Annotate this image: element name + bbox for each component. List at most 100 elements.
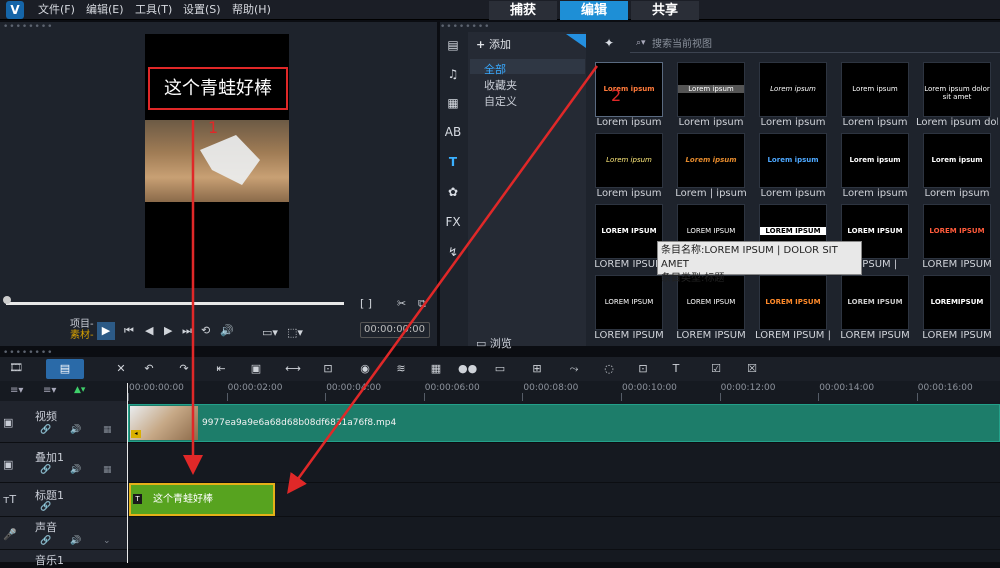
microphone-icon: 🎤 — [3, 528, 17, 541]
title-thumbnail[interactable]: Lorem ipsum — [923, 133, 991, 188]
keyframe-icon[interactable]: ☑ — [708, 361, 724, 377]
link-icon[interactable]: 🔗 — [40, 465, 51, 475]
scrubber-handle[interactable] — [3, 296, 11, 304]
track-lane-voice[interactable] — [128, 517, 1000, 550]
transition-icon[interactable]: AB — [444, 123, 462, 141]
crop-icon[interactable]: ⊡ — [635, 361, 651, 377]
timeline-view-icon[interactable]: ▤ — [46, 359, 84, 379]
title-thumbnail[interactable]: Lorem ipsum — [595, 62, 663, 117]
volume-icon[interactable]: 🔊 — [220, 324, 234, 337]
link-icon[interactable]: 🔗 — [40, 502, 51, 512]
add-to-favorites-icon[interactable]: ✦ — [604, 36, 614, 50]
scrubber-track[interactable] — [6, 302, 344, 305]
tools-icon[interactable]: ✕ — [113, 361, 129, 377]
playhead[interactable] — [127, 383, 128, 563]
mute-icon[interactable]: 🔊 — [70, 465, 81, 475]
category-all[interactable]: 全部 — [484, 61, 506, 77]
track-manager-icon[interactable]: ≡▾ — [10, 385, 23, 396]
link-icon[interactable]: 🔗 — [40, 425, 51, 435]
project-clip-switch[interactable]: 项目- 素材- — [70, 319, 94, 341]
browse-button[interactable]: ▭ 浏览 — [476, 335, 512, 351]
media-icon[interactable]: ▤ — [444, 36, 462, 54]
audio-icon[interactable]: ♫ — [444, 65, 462, 83]
search-input[interactable]: 搜索当前视图 — [630, 36, 1000, 53]
panel-grip[interactable]: •••••••• — [3, 22, 53, 32]
track-lane-overlay[interactable] — [128, 443, 1000, 483]
panel-grip[interactable]: •••••••• — [440, 22, 490, 32]
fx-icon[interactable]: FX — [444, 213, 462, 231]
enlarge-icon[interactable]: ⧉ — [418, 297, 426, 311]
title-thumbnail[interactable]: Lorem ipsum — [595, 133, 663, 188]
mix-icon[interactable]: ●● — [458, 361, 477, 377]
title-thumbnail[interactable]: LOREM IPSUM — [923, 204, 991, 259]
title-thumbnail[interactable]: Lorem ipsum — [677, 133, 745, 188]
subtitle-icon[interactable]: ▭ — [492, 361, 508, 377]
storyboard-view-icon[interactable]: 🎞 — [4, 361, 28, 377]
mute-icon[interactable]: 🔊 — [70, 425, 81, 435]
link-icon[interactable]: 🔗 — [40, 536, 51, 546]
title-thumbnail[interactable]: LOREMIPSUM — [923, 275, 991, 330]
motion-icon[interactable]: ⤳ — [566, 361, 582, 377]
color-icon[interactable]: ◉ — [357, 361, 373, 377]
redo-icon[interactable]: ↷ — [176, 361, 192, 377]
project-mode-label[interactable]: 项目- — [70, 319, 94, 330]
next-frame-icon[interactable]: ▶ — [164, 324, 172, 337]
search-icon[interactable]: ⌕▾ — [636, 38, 646, 48]
prev-frame-icon[interactable]: ◀ — [145, 324, 153, 337]
render-icon[interactable]: ☒ — [744, 361, 760, 377]
path-icon[interactable]: ↯ — [444, 243, 462, 261]
title-thumbnail[interactable]: Lorem ipsum — [677, 62, 745, 117]
go-end-icon[interactable]: ⏭ — [182, 324, 192, 338]
menu-settings[interactable]: 设置(S) — [183, 0, 221, 20]
tab-edit[interactable]: 编辑 — [560, 1, 628, 20]
title-thumbnail[interactable]: Lorem ipsum — [759, 62, 827, 117]
trim-bracket-icon[interactable]: [ ] — [360, 297, 372, 310]
aspect-ratio-icon[interactable]: ⬚▾ — [287, 326, 303, 339]
menu-edit[interactable]: 编辑(E) — [86, 0, 124, 20]
timecode-field[interactable]: 00:00:00:00 — [360, 322, 430, 338]
expand-icon[interactable]: ⟷ — [285, 361, 301, 377]
grid-icon[interactable]: ▦ — [103, 425, 112, 435]
menu-file[interactable]: 文件(F) — [38, 0, 75, 20]
title-thumbnail[interactable]: Lorem ipsum — [759, 133, 827, 188]
instant-project-icon[interactable]: ▦ — [444, 94, 462, 112]
marker-icon[interactable]: ▲▾ — [74, 385, 85, 395]
title-clip[interactable]: 这个青蛙好棒 — [129, 483, 275, 516]
fit-icon[interactable]: ⇤ — [213, 361, 229, 377]
mask-icon[interactable]: ◌ — [601, 361, 617, 377]
mute-icon[interactable]: 🔊 — [70, 536, 81, 546]
graphic-icon[interactable]: ✿ — [444, 183, 462, 201]
title-icon[interactable]: T — [444, 153, 462, 171]
go-start-icon[interactable]: ⏮ — [124, 324, 134, 338]
tab-capture[interactable]: 捕获 — [489, 1, 557, 20]
chapter-icon[interactable]: ≡▾ — [43, 385, 56, 396]
add-category-button[interactable]: + 添加 — [476, 36, 511, 52]
grid-icon[interactable]: ▦ — [103, 465, 112, 475]
repeat-icon[interactable]: ⟲ — [201, 324, 210, 337]
play-button[interactable]: ▶ — [97, 322, 115, 340]
hd-preview-icon[interactable]: ▭▾ — [262, 326, 278, 339]
split-scissors-icon[interactable]: ✂ — [397, 297, 406, 310]
track-header-video[interactable] — [0, 401, 127, 443]
preview-title-overlay[interactable]: 这个青蛙好棒 — [148, 67, 288, 110]
clip-mode-label[interactable]: 素材- — [70, 330, 94, 341]
title-thumbnail[interactable]: LOREM IPSUM — [595, 275, 663, 330]
category-favorites[interactable]: 收藏夹 — [484, 77, 517, 93]
title-thumbnail[interactable]: Lorem ipsum — [841, 62, 909, 117]
title-thumbnail[interactable]: Lorem ipsum dolor sit amet — [923, 62, 991, 117]
split-screen-icon[interactable]: ⊞ — [529, 361, 545, 377]
title-thumbnail[interactable]: Lorem ipsum — [841, 133, 909, 188]
undo-icon[interactable]: ↶ — [141, 361, 157, 377]
chevron-down-icon[interactable]: ⌄ — [103, 536, 111, 546]
tab-share[interactable]: 共享 — [631, 1, 699, 20]
menu-help[interactable]: 帮助(H) — [232, 0, 271, 20]
slip-icon[interactable]: ⊡ — [320, 361, 336, 377]
3d-title-icon[interactable]: T — [668, 361, 684, 377]
track-lane-music[interactable] — [128, 550, 1000, 563]
screen-record-icon[interactable]: ▣ — [248, 361, 264, 377]
menu-tools[interactable]: 工具(T) — [135, 0, 172, 20]
multicam-icon[interactable]: ▦ — [428, 361, 444, 377]
category-custom[interactable]: 自定义 — [484, 93, 517, 109]
audio-wave-icon[interactable]: ≋ — [393, 361, 409, 377]
title-thumbnail[interactable]: LOREM IPSUM — [595, 204, 663, 259]
